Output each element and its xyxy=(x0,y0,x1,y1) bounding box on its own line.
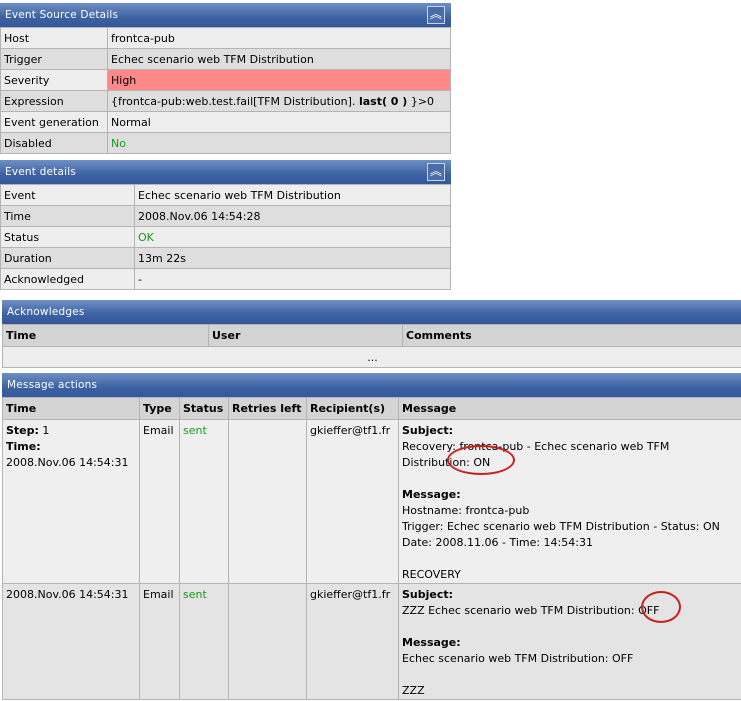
panel-title: Event Source Details xyxy=(5,9,119,21)
label: Severity xyxy=(0,69,108,91)
message-line: ZZZ xyxy=(402,684,425,697)
panel-header: Message actions xyxy=(2,373,741,397)
collapse-icon[interactable]: ︽ xyxy=(427,163,445,181)
table-row: 2008.Nov.06 14:54:31 Email sent gkieffer… xyxy=(2,583,741,700)
message-line: Hostname: frontca-pub xyxy=(402,504,530,517)
column-header-type[interactable]: Type xyxy=(139,397,180,420)
panel-header: Event details ︽ xyxy=(0,160,451,184)
label: Acknowledged xyxy=(0,268,135,290)
recipient-cell: gkieffer@tf1.fr xyxy=(306,419,399,584)
column-header-time[interactable]: Time xyxy=(2,397,140,420)
duration-value: 13m 22s xyxy=(134,247,451,269)
message-line: Echec scenario web TFM Distribution: OFF xyxy=(402,652,634,665)
column-header-comments[interactable]: Comments xyxy=(402,324,741,347)
message-line: Trigger: Echec scenario web TFM Distribu… xyxy=(402,520,720,533)
label: Status xyxy=(0,226,135,248)
time-value: 2008.Nov.06 14:54:28 xyxy=(134,205,451,227)
column-header-status[interactable]: Status xyxy=(179,397,229,420)
label: Expression xyxy=(0,90,108,112)
expression-text: {frontca-pub:web.test.fail[TFM Distribut… xyxy=(111,94,356,108)
trigger-value: Echec scenario web TFM Distribution xyxy=(107,48,451,70)
subject-label: Subject: xyxy=(402,588,454,601)
time-cell: Step: 1 Time: 2008.Nov.06 14:54:31 xyxy=(2,419,140,584)
severity-value: High xyxy=(107,69,451,91)
type-cell: Email xyxy=(139,419,180,584)
type-cell: Email xyxy=(139,583,180,700)
panel-title: Event details xyxy=(5,166,76,178)
expression-value: {frontca-pub:web.test.fail[TFM Distribut… xyxy=(107,90,451,112)
panel-header: Acknowledges xyxy=(2,300,741,324)
event-value: Echec scenario web TFM Distribution xyxy=(134,184,451,206)
message-line: RECOVERY xyxy=(402,568,461,581)
column-header-message[interactable]: Message xyxy=(398,397,741,420)
acknowledges-table: Time User Comments ... xyxy=(2,324,741,368)
empty-row: ... xyxy=(2,346,741,368)
message-line: Date: 2008.11.06 - Time: 14:54:31 xyxy=(402,536,593,549)
host-value: frontca-pub xyxy=(107,27,451,49)
panel-title: Acknowledges xyxy=(7,306,85,318)
acknowledged-value: - xyxy=(134,268,451,290)
label: Host xyxy=(0,27,108,49)
message-label: Message: xyxy=(402,488,461,501)
status-cell: sent xyxy=(179,583,229,700)
acknowledges-panel: Acknowledges Time User Comments ... xyxy=(2,300,741,368)
recipient-cell: gkieffer@tf1.fr xyxy=(306,583,399,700)
status-cell: sent xyxy=(179,419,229,584)
message-cell: Subject: ZZZ Echec scenario web TFM Distr… xyxy=(398,583,741,700)
column-header-retries[interactable]: Retries left xyxy=(228,397,307,420)
message-actions-panel: Message actions Time Type Status Retries le… xyxy=(2,373,741,700)
column-header-user[interactable]: User xyxy=(208,324,403,347)
message-actions-table: Time Type Status Retries left Recipient(s) Me… xyxy=(2,397,741,700)
subject-text: Recovery: frontca-pub - Echec scenario w… xyxy=(402,440,670,469)
subject-text: ZZZ Echec scenario web TFM Distribution:… xyxy=(402,604,660,617)
event-generation-value: Normal xyxy=(107,111,451,133)
label: Duration xyxy=(0,247,135,269)
label: Event xyxy=(0,184,135,206)
retries-cell xyxy=(228,419,307,584)
label: Trigger xyxy=(0,48,108,70)
time-label: Time: xyxy=(6,440,41,453)
message-label: Message: xyxy=(402,636,461,649)
collapse-icon[interactable]: ︽ xyxy=(427,6,445,24)
retries-cell xyxy=(228,583,307,700)
event-source-table: Host frontca-pub Trigger Echec scenario we… xyxy=(0,27,451,154)
label: Event generation xyxy=(0,111,108,133)
message-cell: Subject: Recovery: frontca-pub - Echec sc… xyxy=(398,419,741,584)
subject-label: Subject: xyxy=(402,424,454,437)
disabled-value: No xyxy=(107,132,451,154)
column-header-recipients[interactable]: Recipient(s) xyxy=(306,397,399,420)
time-value: 2008.Nov.06 14:54:31 xyxy=(6,456,129,469)
expression-function: last( 0 ) xyxy=(358,94,408,108)
time-cell: 2008.Nov.06 14:54:31 xyxy=(2,583,140,700)
event-details-table: Event Echec scenario web TFM Distribution… xyxy=(0,184,451,290)
step-value: 1 xyxy=(42,424,50,437)
step-label: Step: xyxy=(6,424,39,437)
label: Disabled xyxy=(0,132,108,154)
column-header-time[interactable]: Time xyxy=(2,324,209,347)
panel-header: Event Source Details ︽ xyxy=(0,3,451,27)
expression-suffix: }>0 xyxy=(410,94,435,108)
status-value: OK xyxy=(134,226,451,248)
event-source-details-panel: Event Source Details ︽ Host frontca-pub Tr… xyxy=(0,3,451,154)
table-row: Step: 1 Time: 2008.Nov.06 14:54:31 Email s… xyxy=(2,419,741,584)
event-details-panel: Event details ︽ Event Echec scenario web T… xyxy=(0,160,451,290)
panel-title: Message actions xyxy=(7,379,98,391)
label: Time xyxy=(0,205,135,227)
